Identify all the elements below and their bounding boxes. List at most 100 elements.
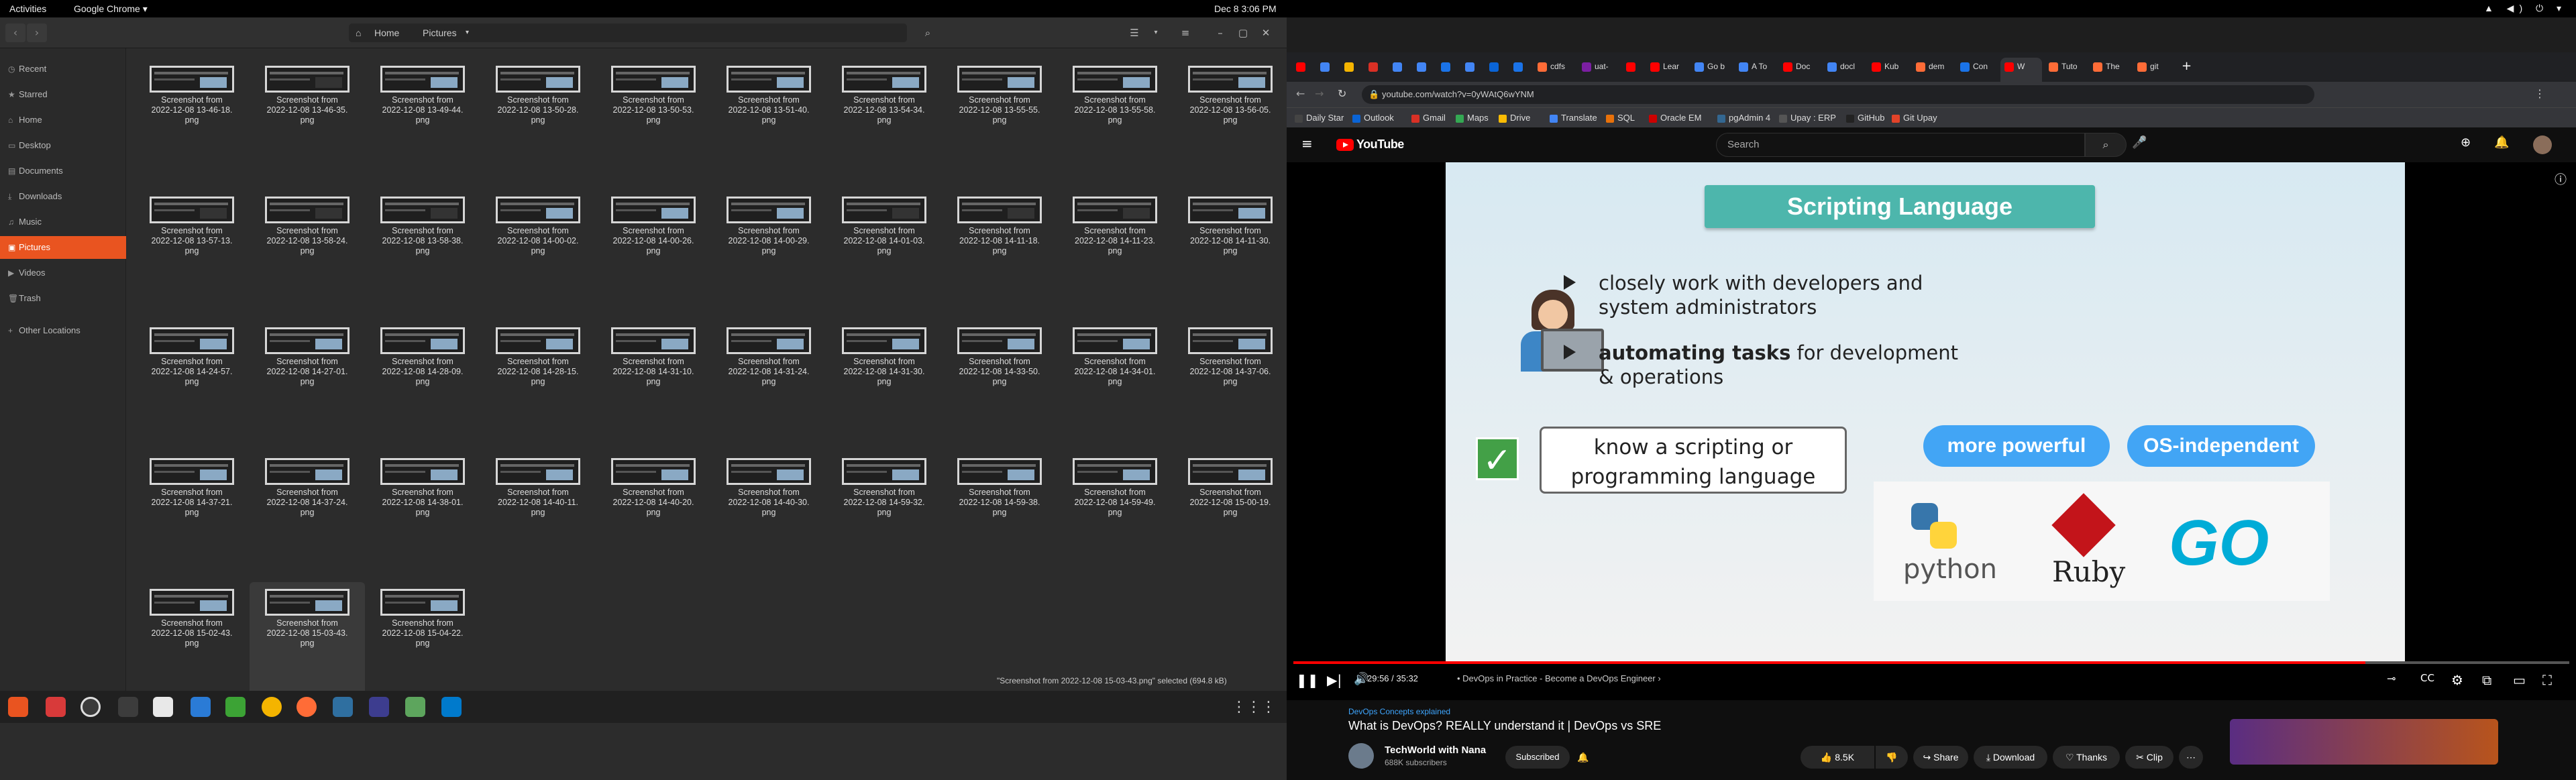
info-icon[interactable]: ⓘ (2555, 170, 2567, 188)
clock[interactable]: Dec 8 3:06 PM (1214, 3, 1277, 14)
vscode-icon[interactable] (441, 697, 462, 717)
file-item[interactable]: Screenshot from 2022-12-08 14-38-01. png (365, 451, 480, 572)
sidebar-item-desktop[interactable]: ▭ Desktop (0, 134, 126, 157)
browser-tab[interactable]: git (2133, 58, 2175, 82)
bookmark-item[interactable]: GitHub (1846, 113, 1884, 123)
bookmark-item[interactable]: Drive (1499, 113, 1530, 123)
file-item[interactable]: Screenshot from 2022-12-08 14-27-01. png (250, 321, 365, 441)
browser-tab[interactable]: Kub (1868, 58, 1909, 82)
subtitles-icon[interactable]: CC (2420, 672, 2434, 684)
file-item[interactable]: Screenshot from 2022-12-08 13-50-53. png (596, 59, 711, 180)
bookmark-item[interactable]: Outlook (1352, 113, 1394, 123)
avatar[interactable] (2533, 135, 2552, 154)
dislike-button[interactable]: 👎 (1876, 746, 1908, 769)
back-icon[interactable]: ← (1296, 87, 1305, 100)
file-item[interactable]: Screenshot from 2022-12-08 14-59-32. png (826, 451, 942, 572)
file-item[interactable]: Screenshot from 2022-12-08 14-28-15. png (480, 321, 596, 441)
sidebar-item-documents[interactable]: ▤ Documents (0, 160, 126, 182)
browser-tab[interactable]: W (2000, 58, 2042, 82)
chrome-icon[interactable] (262, 697, 282, 717)
fullscreen-icon[interactable]: ⛶ (2542, 672, 2552, 688)
reload-icon[interactable]: ↻ (1338, 87, 1346, 100)
bookmark-item[interactable]: Translate (1550, 113, 1597, 123)
file-item[interactable]: Screenshot from 2022-12-08 13-57-13. png (134, 190, 250, 311)
subscribed-button[interactable]: Subscribed (1505, 746, 1570, 769)
close-button[interactable]: ✕ (1256, 23, 1276, 42)
sidebar-item-recent[interactable]: ◷ Recent (0, 58, 126, 80)
file-item[interactable]: Screenshot from 2022-12-08 14-31-10. png (596, 321, 711, 441)
browser-tab[interactable]: A To (1735, 58, 1776, 82)
address-bar[interactable]: 🔒 youtube.com/watch?v=0yWAtQ6wYNM (1362, 85, 2314, 104)
settings-icon[interactable]: ⚙ (2451, 672, 2463, 688)
hamburger-icon[interactable]: ≡ (1301, 135, 1313, 152)
next-icon[interactable]: ▶| (1327, 672, 1342, 688)
system-menu[interactable]: ▲ ◀) ⏻ ▾ (2484, 3, 2567, 14)
menu-button[interactable]: ≡ (1175, 23, 1195, 42)
sidebar-item-downloads[interactable]: ⤓ Downloads (0, 185, 126, 208)
file-item[interactable]: Screenshot from 2022-12-08 14-37-24. png (250, 451, 365, 572)
browser-tab[interactable]: cdfs (1534, 58, 1575, 82)
browser-tab[interactable] (1316, 58, 1338, 82)
bookmark-item[interactable]: Maps (1456, 113, 1489, 123)
image-viewer-icon[interactable] (405, 697, 425, 717)
browser-tab[interactable]: Go b (1690, 58, 1732, 82)
bookmark-item[interactable]: Git Upay (1892, 113, 1937, 123)
forward-button[interactable]: › (27, 23, 47, 42)
minimize-button[interactable]: – (1210, 23, 1230, 42)
file-item[interactable]: Screenshot from 2022-12-08 14-59-38. png (942, 451, 1057, 572)
browser-tab[interactable]: uat- (1578, 58, 1619, 82)
sidebar-item-music[interactable]: ♫ Music (0, 211, 126, 233)
file-item[interactable]: Screenshot from 2022-12-08 14-11-18. png (942, 190, 1057, 311)
file-item[interactable]: Screenshot from 2022-12-08 13-54-34. png (826, 59, 942, 180)
chapter-title[interactable]: • DevOps in Practice - Become a DevOps E… (1457, 673, 1661, 683)
file-item[interactable]: Screenshot from 2022-12-08 14-37-21. png (134, 451, 250, 572)
sidebar-item-home[interactable]: ⌂ Home (0, 109, 126, 131)
sidebar-item-other-locations[interactable]: + Other Locations (0, 319, 126, 342)
ad-banner[interactable] (2230, 719, 2498, 765)
file-item[interactable]: Screenshot from 2022-12-08 13-51-40. png (711, 59, 826, 180)
file-item[interactable]: Screenshot from 2022-12-08 14-00-02. png (480, 190, 596, 311)
file-item[interactable]: Screenshot from 2022-12-08 14-11-23. png (1057, 190, 1173, 311)
thanks-button[interactable]: ♡ Thanks (2053, 746, 2120, 769)
file-item[interactable]: Screenshot from 2022-12-08 15-02-43. png (134, 582, 250, 703)
create-icon[interactable]: ⊕ (2461, 135, 2471, 150)
file-item[interactable]: Screenshot from 2022-12-08 15-03-43. png (250, 582, 365, 703)
path-home[interactable]: Home (374, 27, 399, 38)
like-button[interactable]: 👍 8.5K (1801, 746, 1874, 769)
kebab-menu-icon[interactable]: ⋮ (2534, 87, 2545, 100)
sidebar-item-starred[interactable]: ★ Starred (0, 83, 126, 106)
notifications-icon[interactable]: 🔔 (2494, 135, 2509, 150)
back-button[interactable]: ‹ (5, 23, 25, 42)
file-item[interactable]: Screenshot from 2022-12-08 14-11-30. png (1173, 190, 1288, 311)
view-toggle-button[interactable]: ☰ (1124, 23, 1144, 42)
file-item[interactable]: Screenshot from 2022-12-08 14-31-30. png (826, 321, 942, 441)
browser-tab[interactable] (1485, 58, 1507, 82)
file-item[interactable]: Screenshot from 2022-12-08 14-24-57. png (134, 321, 250, 441)
file-item[interactable]: Screenshot from 2022-12-08 14-31-24. png (711, 321, 826, 441)
file-item[interactable]: Screenshot from 2022-12-08 15-04-22. png (365, 582, 480, 703)
browser-tab[interactable] (1437, 58, 1458, 82)
app-menu[interactable]: Google Chrome ▾ (74, 3, 148, 15)
file-item[interactable]: Screenshot from 2022-12-08 15-00-19. png (1173, 451, 1288, 572)
miniplayer-icon[interactable]: ⧉ (2482, 672, 2491, 688)
bookmark-item[interactable]: Upay : ERP (1779, 113, 1836, 123)
file-item[interactable]: Screenshot from 2022-12-08 14-28-09. png (365, 321, 480, 441)
sidebar-item-trash[interactable]: 🗑Trash (0, 287, 126, 310)
file-item[interactable]: Screenshot from 2022-12-08 14-40-20. png (596, 451, 711, 572)
file-item[interactable]: Screenshot from 2022-12-08 13-46-35. png (250, 59, 365, 180)
channel-avatar[interactable] (1348, 743, 1374, 769)
screenshot-tool-icon[interactable] (333, 697, 353, 717)
share-button[interactable]: ↪ Share (1913, 746, 1968, 769)
file-item[interactable]: Screenshot from 2022-12-08 14-40-30. png (711, 451, 826, 572)
file-item[interactable]: Screenshot from 2022-12-08 14-00-26. png (596, 190, 711, 311)
file-item[interactable]: Screenshot from 2022-12-08 13-58-24. png (250, 190, 365, 311)
browser-tab[interactable]: Tuto (2045, 58, 2086, 82)
file-item[interactable]: Screenshot from 2022-12-08 14-59-49. png (1057, 451, 1173, 572)
microphone-icon[interactable]: 🎤 (2132, 135, 2147, 150)
file-item[interactable]: Screenshot from 2022-12-08 14-33-50. png (942, 321, 1057, 441)
file-item[interactable]: Screenshot from 2022-12-08 13-58-38. png (365, 190, 480, 311)
bookmark-item[interactable]: Gmail (1411, 113, 1446, 123)
file-item[interactable]: Screenshot from 2022-12-08 13-49-44. png (365, 59, 480, 180)
sidebar-item-videos[interactable]: ▶ Videos (0, 262, 126, 284)
browser-tab[interactable] (1364, 58, 1386, 82)
